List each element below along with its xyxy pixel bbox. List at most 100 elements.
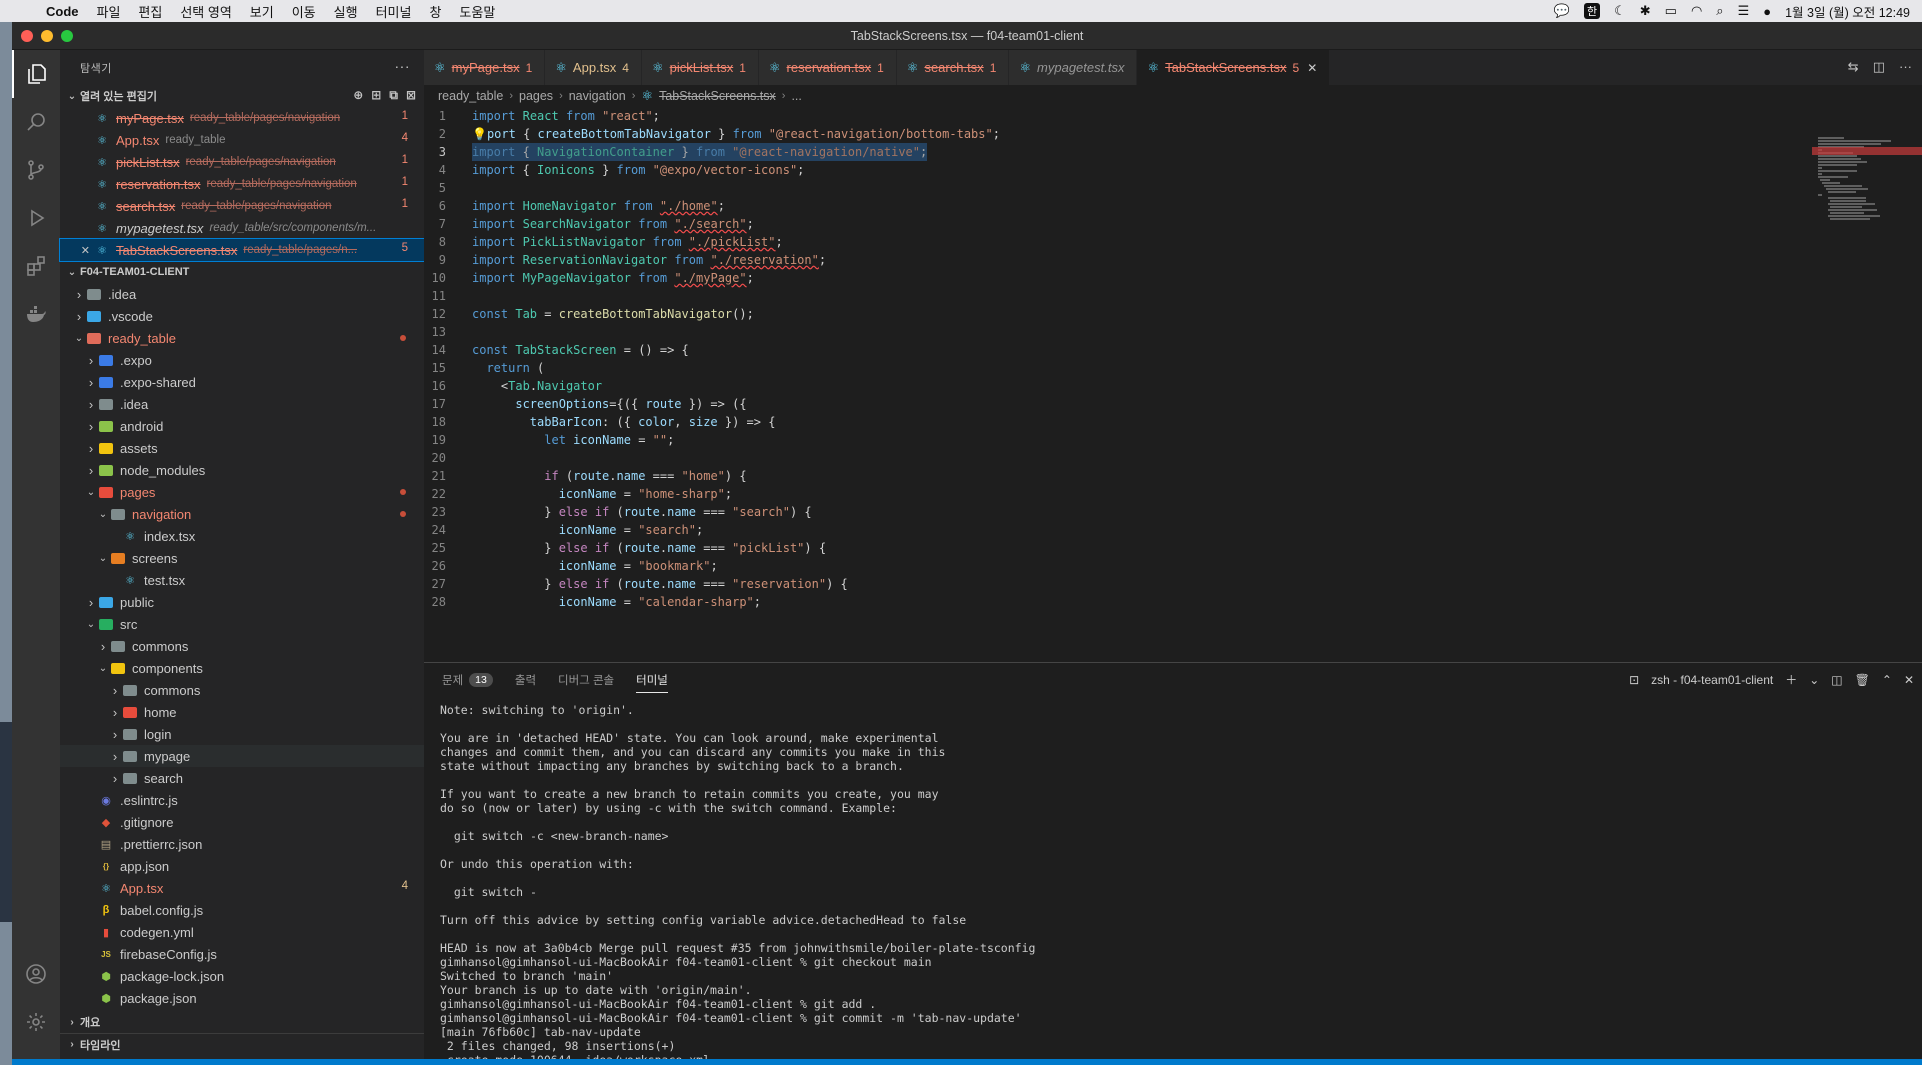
- code-line[interactable]: 4 import { Ionicons } from "@expo/vector-…: [424, 161, 1822, 179]
- open-editor-item[interactable]: ⚛ mypagetest.tsx ready_table/src/component…: [60, 217, 424, 239]
- folder-item[interactable]: › node_modules: [60, 459, 424, 481]
- chevron-down-icon[interactable]: ⌄: [1809, 673, 1819, 687]
- code-line[interactable]: 1 import React from "react";: [424, 107, 1822, 125]
- open-editor-item[interactable]: ⚛ reservation.tsx ready_table/pages/naviga…: [60, 173, 424, 195]
- code-line[interactable]: 15 return (: [424, 359, 1822, 377]
- file-item[interactable]: ◆ .gitignore: [60, 811, 424, 833]
- control-center-icon[interactable]: ☰: [1738, 3, 1750, 19]
- folder-item[interactable]: ⌄ ready_table: [60, 327, 424, 349]
- open-editor-item[interactable]: ✕ ⚛ TabStackScreens.tsx ready_table/pages/n…: [59, 238, 425, 262]
- close-panel-icon[interactable]: ✕: [1904, 673, 1914, 687]
- breadcrumb-item[interactable]: pages: [519, 89, 553, 103]
- file-item[interactable]: ⚛ App.tsx 4: [60, 877, 424, 899]
- open-editors-header[interactable]: ⌄ 열려 있는 편집기 ⊕ ⊞ ⧉ ⊠: [60, 85, 424, 107]
- code-line[interactable]: 3 import { NavigationContainer } from "@r…: [424, 143, 1822, 161]
- search-icon[interactable]: [12, 98, 60, 146]
- new-terminal-icon[interactable]: ＋: [1785, 671, 1797, 688]
- clock[interactable]: 1월 3일 (월) 오전 12:49: [1785, 2, 1910, 21]
- editor-tab[interactable]: ⚛ App.tsx 4: [545, 50, 642, 85]
- trash-icon[interactable]: 🗑: [1855, 673, 1870, 687]
- code-line[interactable]: 26 iconName = "bookmark";: [424, 557, 1822, 575]
- outline-header[interactable]: › 개요: [60, 1011, 424, 1033]
- code-line[interactable]: 5: [424, 179, 1822, 197]
- editor-tab[interactable]: ⚛ mypagetest.tsx: [1009, 50, 1138, 85]
- new-folder-icon[interactable]: ⊞: [371, 88, 381, 103]
- code-line[interactable]: 13: [424, 323, 1822, 341]
- close-icon[interactable]: ✕: [1307, 61, 1317, 75]
- code-line[interactable]: 2 💡port { createBottomTabNavigator } from…: [424, 125, 1822, 143]
- menu-item[interactable]: 창: [429, 2, 441, 21]
- code-line[interactable]: 18 tabBarIcon: ({ color, size }) => {: [424, 413, 1822, 431]
- menu-item[interactable]: 파일: [97, 2, 121, 21]
- folder-item[interactable]: › android: [60, 415, 424, 437]
- editor-tab[interactable]: ⚛ pickList.tsx 1: [641, 50, 759, 85]
- open-editor-item[interactable]: ⚛ search.tsx ready_table/pages/navigation 1: [60, 195, 424, 217]
- timeline-header[interactable]: › 타임라인: [60, 1033, 424, 1055]
- code-line[interactable]: 10 import MyPageNavigator from "./myPage"…: [424, 269, 1822, 287]
- file-item[interactable]: ⚛ index.tsx: [60, 525, 424, 547]
- open-editor-item[interactable]: ⚛ pickList.tsx ready_table/pages/navigatio…: [60, 151, 424, 173]
- extensions-icon[interactable]: [12, 242, 60, 290]
- split-editor-icon[interactable]: ◫: [1873, 59, 1885, 75]
- search-icon[interactable]: ⌕: [1716, 3, 1723, 19]
- battery-icon[interactable]: ▭: [1665, 3, 1677, 19]
- folder-item[interactable]: ⌄ screens: [60, 547, 424, 569]
- menu-item[interactable]: 실행: [334, 2, 358, 21]
- code-line[interactable]: 9 import ReservationNavigator from "./res…: [424, 251, 1822, 269]
- folder-item[interactable]: ⌄ components: [60, 657, 424, 679]
- code-editor[interactable]: 1 import React from "react"; 2 💡port { crea…: [424, 107, 1822, 662]
- folder-item[interactable]: › commons: [60, 679, 424, 701]
- code-line[interactable]: 27 } else if (route.name === "reservatio…: [424, 575, 1822, 593]
- folder-item[interactable]: › home: [60, 701, 424, 723]
- breadcrumb-item[interactable]: ...: [791, 89, 801, 103]
- editor-tab[interactable]: ⚛ TabStackScreens.tsx 5 ✕: [1137, 50, 1331, 85]
- more-actions-icon[interactable]: ···: [1899, 59, 1912, 75]
- code-line[interactable]: 11: [424, 287, 1822, 305]
- open-changes-icon[interactable]: ⇆: [1848, 59, 1859, 75]
- breadcrumb-item[interactable]: navigation: [569, 89, 626, 103]
- settings-gear-icon[interactable]: [12, 998, 60, 1046]
- wifi-icon[interactable]: ◠: [1691, 3, 1702, 19]
- code-line[interactable]: 21 if (route.name === "home") {: [424, 467, 1822, 485]
- file-item[interactable]: ⬢ package-lock.json: [60, 965, 424, 987]
- minimap[interactable]: [1812, 107, 1922, 662]
- code-line[interactable]: 8 import PickListNavigator from "./pickLi…: [424, 233, 1822, 251]
- file-item[interactable]: ⚛ test.tsx: [60, 569, 424, 591]
- panel-tab[interactable]: 디버그 콘솔: [558, 663, 614, 697]
- folder-item[interactable]: › public: [60, 591, 424, 613]
- code-line[interactable]: 17 screenOptions={({ route }) => ({: [424, 395, 1822, 413]
- file-item[interactable]: β babel.config.js: [60, 899, 424, 921]
- new-file-icon[interactable]: ⊕: [353, 88, 363, 103]
- bluetooth-icon[interactable]: ✱: [1640, 3, 1651, 19]
- open-editor-item[interactable]: ⚛ App.tsx ready_table 4: [60, 129, 424, 151]
- menu-item[interactable]: 도움말: [459, 2, 495, 21]
- menu-app-name[interactable]: Code: [46, 4, 79, 19]
- folder-item[interactable]: ⌄ pages: [60, 481, 424, 503]
- folder-item[interactable]: ⌄ src: [60, 613, 424, 635]
- docker-icon[interactable]: [12, 290, 60, 338]
- panel-tab[interactable]: 출력: [515, 663, 536, 697]
- close-all-icon[interactable]: ⊠: [406, 88, 416, 103]
- terminal-output[interactable]: Note: switching to 'origin'. You are in '…: [424, 697, 1922, 1065]
- file-item[interactable]: ⬢ package.json: [60, 987, 424, 1009]
- maximize-panel-icon[interactable]: ⌃: [1882, 673, 1892, 687]
- source-control-icon[interactable]: [12, 146, 60, 194]
- code-line[interactable]: 6 import HomeNavigator from "./home";: [424, 197, 1822, 215]
- panel-tab[interactable]: 터미널: [636, 663, 668, 697]
- file-item[interactable]: ▤ .prettierrc.json: [60, 833, 424, 855]
- breadcrumb-item[interactable]: TabStackScreens.tsx: [659, 89, 776, 103]
- folder-item[interactable]: › .expo-shared: [60, 371, 424, 393]
- code-line[interactable]: 7 import SearchNavigator from "./search";: [424, 215, 1822, 233]
- account-icon[interactable]: [12, 950, 60, 998]
- file-item[interactable]: ▮ codegen.yml: [60, 921, 424, 943]
- folder-item[interactable]: › search: [60, 767, 424, 789]
- editor-tab[interactable]: ⚛ search.tsx 1: [896, 50, 1010, 85]
- editor-tab[interactable]: ⚛ myPage.tsx 1: [424, 50, 546, 85]
- code-line[interactable]: 28 iconName = "calendar-sharp";: [424, 593, 1822, 611]
- menu-item[interactable]: 터미널: [376, 2, 412, 21]
- split-terminal-icon[interactable]: ◫: [1831, 673, 1842, 687]
- save-all-icon[interactable]: ⧉: [389, 88, 398, 103]
- folder-item[interactable]: › login: [60, 723, 424, 745]
- menu-item[interactable]: 선택 영역: [180, 2, 231, 21]
- folder-item[interactable]: › .idea: [60, 283, 424, 305]
